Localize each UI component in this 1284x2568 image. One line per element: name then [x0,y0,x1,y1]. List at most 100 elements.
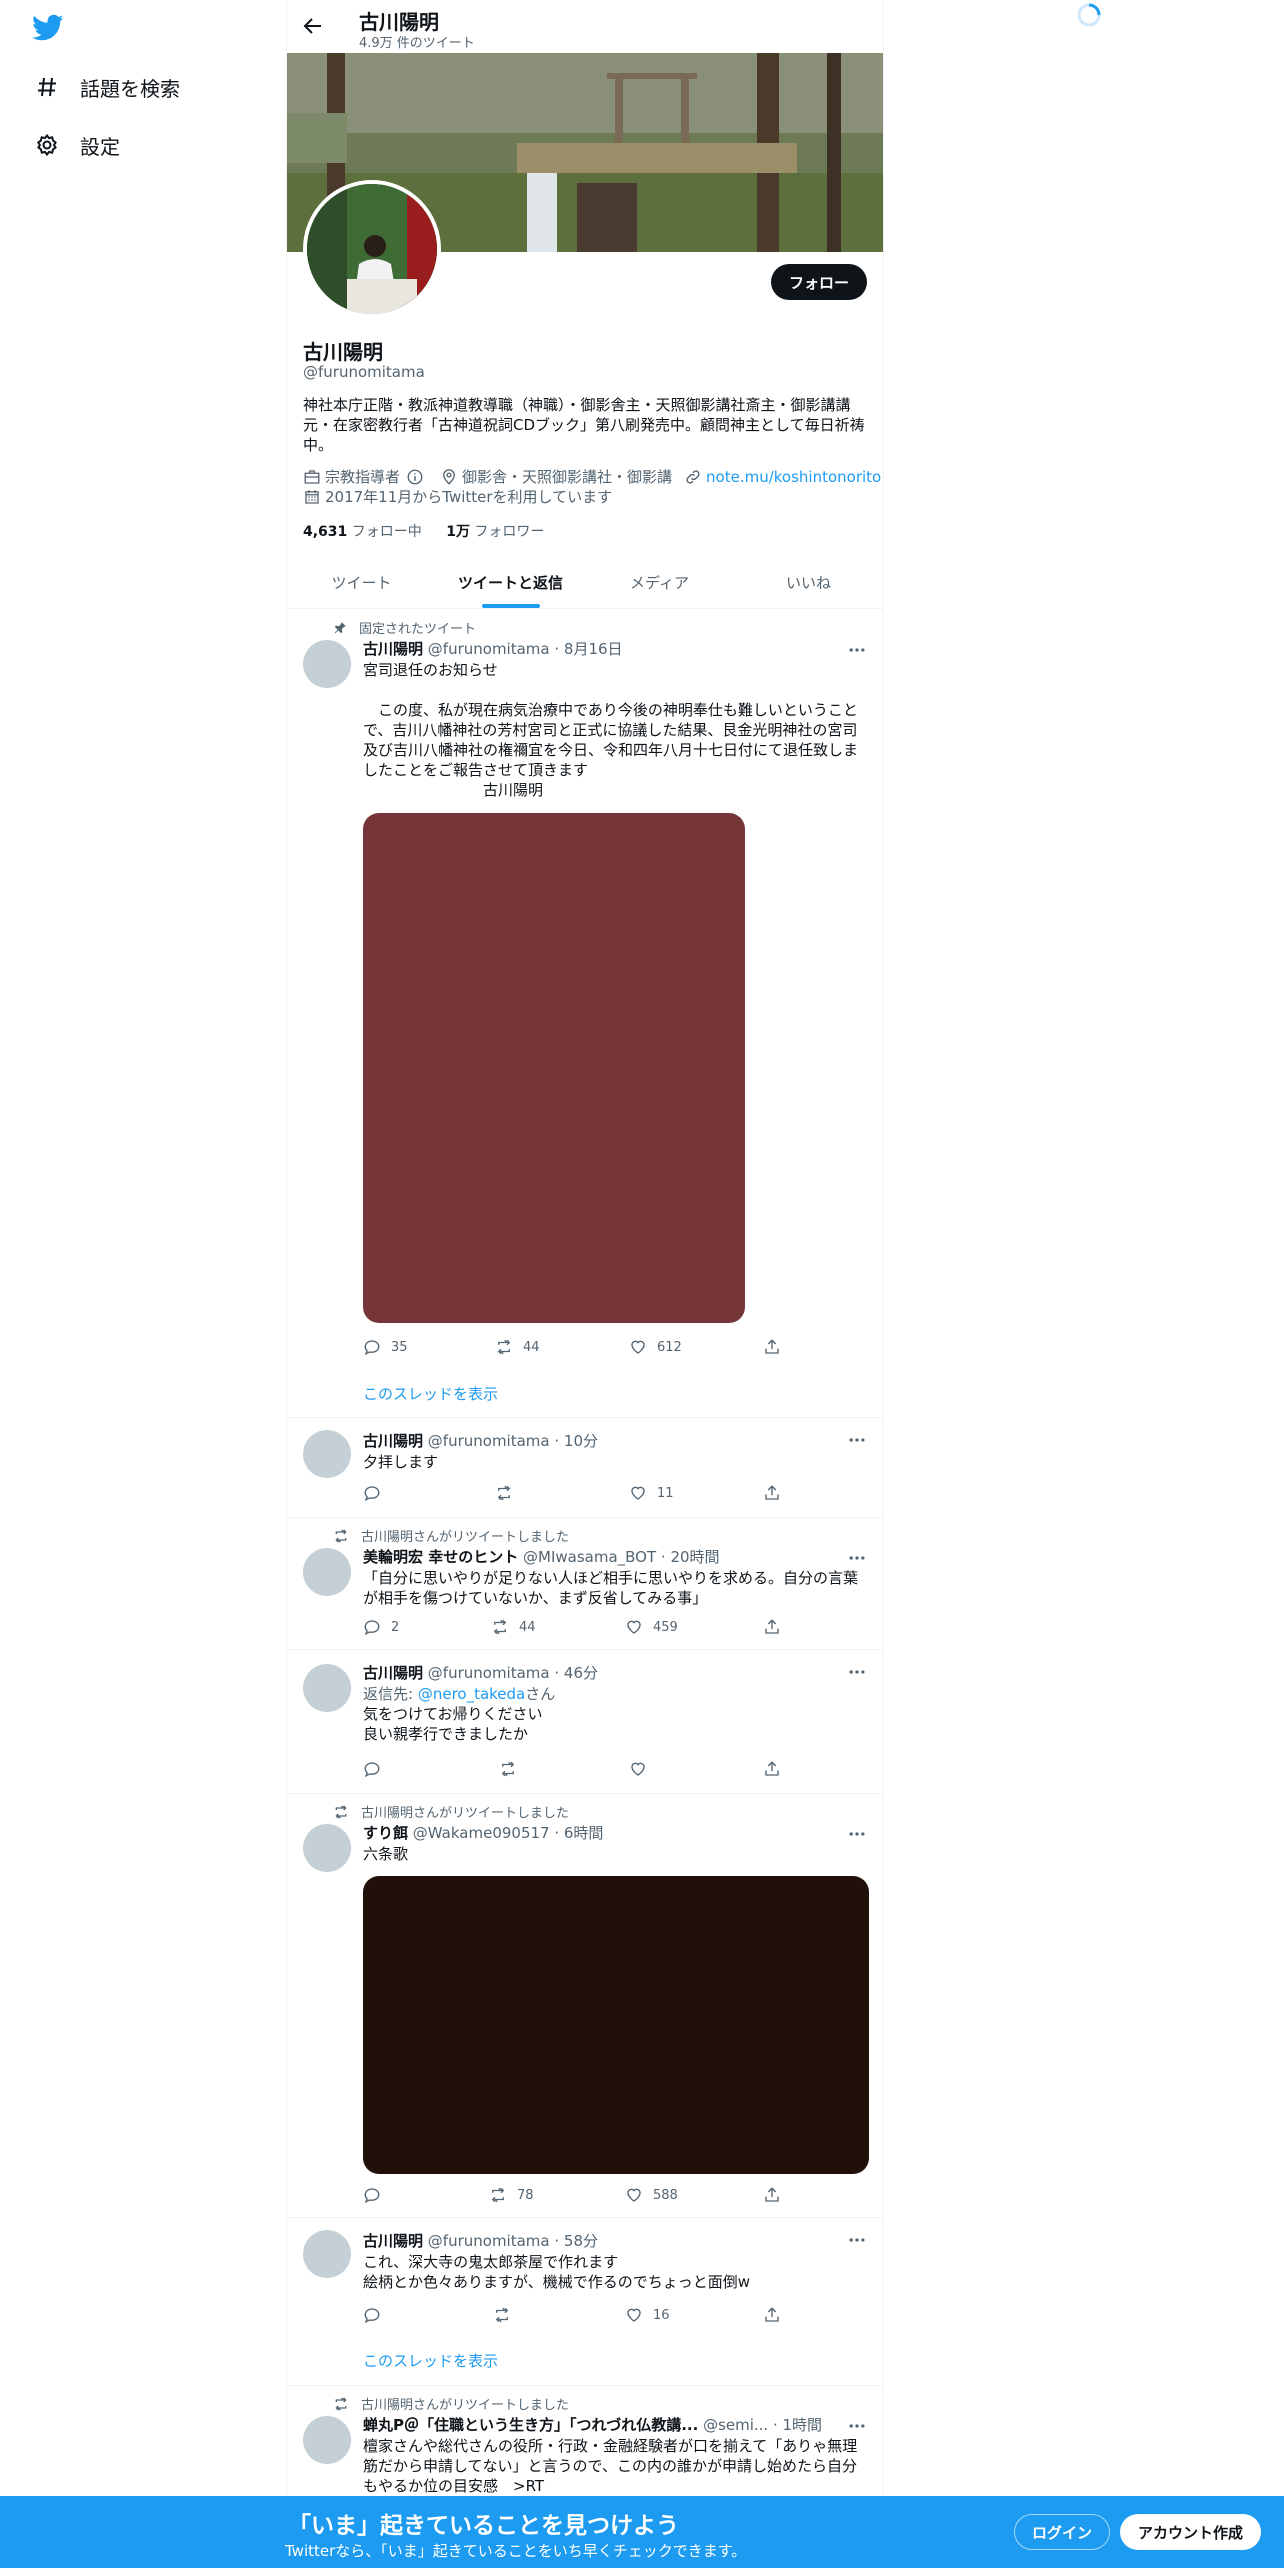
following-link[interactable]: 4,631 フォロー中 [303,524,422,540]
like-button[interactable]: 588 [625,2186,678,2204]
tab-tweets-and-replies[interactable]: ツイートと返信 [436,556,585,608]
tweet-text: 「自分に思いやりが足りない人ほど相手に思いやりを求める。自分の言葉が相手を傷つけ… [363,1569,859,1607]
avatar[interactable] [303,1548,351,1596]
tweet-header: 古川陽明 @furunomitama · 58分 [363,2232,598,2250]
followers-link[interactable]: 1万 フォロワー [446,524,544,540]
profile-meta: 宗教指導者 御影舎・天照御影講社・御影講 note.mu/koshintonor… [303,466,893,487]
nav-explore-label: 話題を検索 [80,76,180,101]
like-button[interactable]: 16 [625,2306,670,2324]
tweet[interactable]: 古川陽明 @furunomitama · 46分 返信先: @nero_take… [287,1650,883,1794]
share-button[interactable] [763,2306,791,2324]
profile-tabs: ツイート ツイートと返信 メディア いいね [287,556,883,609]
tweet-media[interactable] [363,1876,869,2174]
reply-to: 返信先: @nero_takedaさん [363,1685,556,1703]
reply-button[interactable] [363,1484,391,1502]
tweet-text: 夕拝します [363,1453,439,1471]
follow-button[interactable]: フォロー [770,264,867,300]
signup-banner-title: 「いま」起きていることを見つけよう [288,2513,679,2539]
profile-category: 宗教指導者 [303,466,428,487]
retweet-icon [491,2187,505,2203]
show-thread-link[interactable]: このスレッドを表示 [363,2350,498,2371]
reply-button[interactable]: 35 [363,1338,408,1356]
retweet-icon [493,1619,507,1635]
retweet-button[interactable]: 78 [489,2186,534,2204]
retweet-button[interactable] [493,2306,521,2324]
tweet[interactable]: 固定されたツイート 古川陽明 @furunomitama · 8月16日 宮司退… [287,610,883,1418]
tweet-text: 六条歌 [363,1845,409,1863]
tweet-actions [363,1760,787,1780]
more-icon[interactable] [847,1430,867,1450]
avatar[interactable] [303,2416,351,2464]
tweet[interactable]: 古川陽明さんがリツイートしました すり餌 @Wakame090517 · 6時間… [287,1794,883,2218]
retweet-button[interactable]: 44 [495,1338,540,1356]
share-button[interactable] [763,1760,791,1778]
tab-tweets[interactable]: ツイート [287,556,436,608]
header-title: 古川陽明 [359,10,439,34]
tab-media[interactable]: メディア [585,556,734,608]
more-icon[interactable] [847,2230,867,2250]
retweet-context: 古川陽明さんがリツイートしました [333,2394,569,2413]
avatar[interactable] [303,1430,351,1478]
tweet-media[interactable] [363,813,745,1323]
reply-icon [364,1486,380,1502]
retweet-button[interactable] [495,1484,523,1502]
tweet-text: 気をつけてお帰りください 良い親孝行できましたか [363,1705,543,1743]
retweet-button[interactable] [499,1760,527,1778]
profile-location: 御影舎・天照御影講社・御影講 [440,466,672,487]
reply-button[interactable] [363,1760,391,1778]
more-icon[interactable] [847,1824,867,1844]
tweet-header: 古川陽明 @furunomitama · 10分 [363,1432,598,1450]
tweet[interactable]: 古川陽明さんがリツイートしました 美輪明宏 幸せのヒント @MIwasama_B… [287,1518,883,1650]
tweet[interactable]: 古川陽明さんがリツイートしました 蝉丸P＠「住職という生き方」「つれづれ仏教講.… [287,2386,883,2496]
profile-handle: @furunomitama [303,363,425,381]
share-button[interactable] [763,1484,791,1502]
show-thread-link[interactable]: このスレッドを表示 [363,1383,498,1404]
nav-settings[interactable]: 設定 [34,125,120,165]
tweet-header: すり餌 @Wakame090517 · 6時間 [363,1824,604,1842]
calendar-icon [305,489,319,504]
profile-link[interactable]: note.mu/koshintonorito [684,468,881,486]
retweet-icon [497,1485,511,1501]
more-icon[interactable] [847,640,867,660]
share-icon [765,1619,779,1634]
main-column: 古川陽明 4.9万 件のツイート フォロー 古川陽明 @furunomitama… [286,0,884,2568]
loading-spinner-icon [1076,2,1102,28]
nav-explore[interactable]: 話題を検索 [34,67,180,107]
twitter-bird-icon[interactable] [32,14,64,42]
share-button[interactable] [763,2186,791,2204]
like-button[interactable]: 11 [629,1484,674,1502]
reply-button[interactable] [363,2186,391,2204]
tweet[interactable]: 古川陽明 @furunomitama · 10分 夕拝します 11 [287,1418,883,1518]
avatar[interactable] [303,1664,351,1712]
tweet[interactable]: 古川陽明 @furunomitama · 58分 これ、深大寺の鬼太郎茶屋で作れ… [287,2218,883,2386]
follow-counts: 4,631 フォロー中 1万 フォロワー [303,521,544,541]
more-icon[interactable] [847,2416,867,2436]
avatar[interactable] [303,180,441,318]
tab-likes[interactable]: いいね [734,556,883,608]
reply-icon [364,1620,380,1636]
share-button[interactable] [763,1338,791,1356]
avatar[interactable] [303,1824,351,1872]
location-pin-icon [443,468,455,485]
more-icon[interactable] [847,1548,867,1568]
heart-icon [631,1486,645,1500]
retweet-icon [335,1805,347,1818]
reply-icon [364,1762,380,1778]
login-button[interactable]: ログイン [1014,2514,1111,2550]
retweet-button[interactable]: 44 [491,1618,536,1636]
back-arrow-icon[interactable] [301,14,325,38]
profile-joined: 2017年11月からTwitterを利用しています [303,486,612,507]
like-button[interactable]: 459 [625,1618,678,1636]
signup-button[interactable]: アカウント作成 [1120,2514,1262,2550]
info-icon[interactable] [406,468,424,486]
more-icon[interactable] [847,1662,867,1682]
avatar[interactable] [303,640,351,688]
avatar[interactable] [303,2230,351,2278]
heart-icon [627,1620,641,1634]
gear-icon [34,132,60,158]
like-button[interactable] [629,1760,657,1778]
share-button[interactable] [763,1618,791,1636]
like-button[interactable]: 612 [629,1338,682,1356]
reply-button[interactable]: 2 [363,1618,399,1636]
reply-button[interactable] [363,2306,391,2324]
